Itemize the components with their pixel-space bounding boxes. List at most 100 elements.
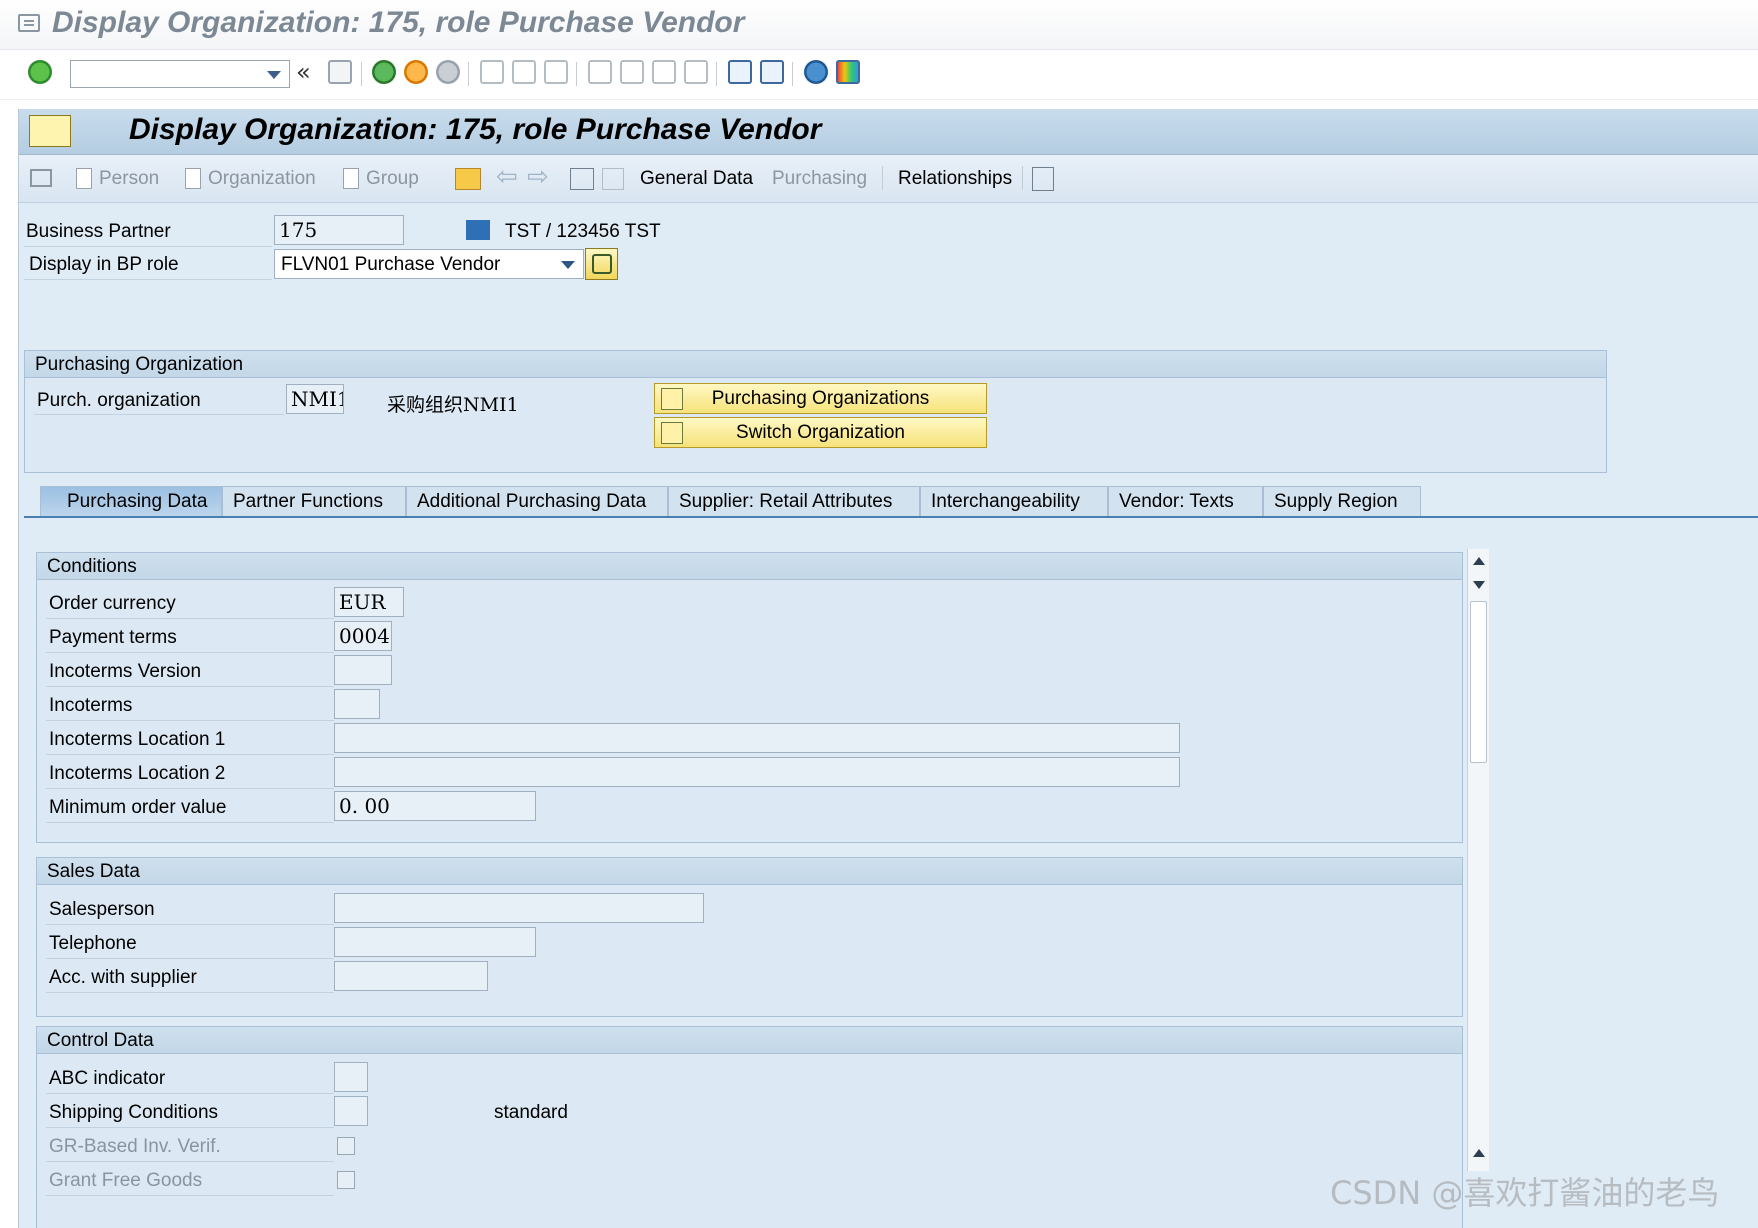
tab-additional-purchasing-data[interactable]: Additional Purchasing Data [406, 486, 668, 516]
new-session-icon[interactable] [728, 60, 752, 84]
grant-free-goods-checkbox[interactable] [337, 1171, 355, 1189]
general-data-button[interactable]: General Data [640, 168, 753, 190]
conditions-group: Conditions [36, 552, 1463, 843]
find-icon[interactable] [512, 60, 536, 84]
find-next-icon[interactable] [544, 60, 568, 84]
purch-org-field[interactable]: NMI1 [286, 384, 344, 414]
divider [46, 788, 334, 789]
tab-supply-region[interactable]: Supply Region [1263, 486, 1421, 516]
min-order-value-label: Minimum order value [49, 797, 227, 818]
purch-org-group-title: Purchasing Organization [25, 351, 1606, 378]
bp-label: Business Partner [26, 221, 171, 242]
previous-page-icon[interactable] [620, 60, 644, 84]
payment-terms-label: Payment terms [49, 627, 177, 648]
chevron-down-icon [561, 261, 575, 269]
tab-purchasing-data[interactable]: Purchasing Data [40, 486, 222, 516]
scroll-page-up-icon[interactable] [1473, 1149, 1485, 1157]
menu-icon[interactable] [18, 14, 40, 32]
divider [46, 1195, 334, 1196]
enter-icon[interactable] [28, 60, 52, 84]
switch-role-button[interactable] [585, 248, 618, 280]
vertical-scrollbar[interactable] [1467, 549, 1489, 1171]
bp-role-dropdown[interactable]: FLVN01 Purchase Vendor [274, 249, 584, 279]
toolbar-separator [361, 62, 362, 86]
back-double-icon[interactable]: « [296, 58, 311, 86]
telephone-label: Telephone [49, 933, 137, 954]
shortcut-icon[interactable] [760, 60, 784, 84]
shipping-conditions-field[interactable] [334, 1096, 368, 1126]
back-icon[interactable] [372, 60, 396, 84]
tab-vendor-texts[interactable]: Vendor: Texts [1108, 486, 1263, 516]
incoterms-location-1-label: Incoterms Location 1 [49, 729, 226, 750]
purchasing-organizations-button[interactable]: Purchasing Organizations [654, 383, 987, 414]
switch-display-change-icon[interactable] [570, 168, 594, 190]
tab-interchangeability[interactable]: Interchangeability [920, 486, 1108, 516]
bp-structure-icon[interactable] [1032, 167, 1054, 191]
divider [46, 1161, 334, 1162]
create-group-button[interactable]: Group [366, 168, 419, 190]
last-page-icon[interactable] [684, 60, 708, 84]
purchasing-button[interactable]: Purchasing [772, 168, 867, 190]
next-page-icon[interactable] [652, 60, 676, 84]
divider [24, 246, 272, 247]
purchasing-organizations-label: Purchasing Organizations [711, 388, 930, 409]
relationships-button[interactable]: Relationships [898, 168, 1012, 190]
divider [24, 279, 272, 280]
open-folder-icon[interactable] [455, 168, 481, 190]
tab-supplier-retail-attributes[interactable]: Supplier: Retail Attributes [668, 486, 920, 516]
window-titlebar: Display Organization: 175, role Purchase… [0, 0, 1758, 50]
incoterms-field[interactable] [334, 689, 380, 719]
scroll-thumb[interactable] [1470, 601, 1487, 763]
exit-icon[interactable] [404, 60, 428, 84]
switch-organization-button[interactable]: Switch Organization [654, 417, 987, 448]
divider [46, 686, 334, 687]
cancel-icon[interactable] [436, 60, 460, 84]
where-used-icon[interactable] [602, 168, 624, 190]
tab-partner-functions[interactable]: Partner Functions [222, 486, 406, 516]
watermark: CSDN @喜欢打酱油的老鸟 [1330, 1174, 1720, 1212]
save-icon[interactable] [328, 60, 352, 84]
print-icon[interactable] [480, 60, 504, 84]
switch-organization-label: Switch Organization [736, 422, 905, 443]
first-page-icon[interactable] [588, 60, 612, 84]
min-order-value-field[interactable]: 0. 00 [334, 791, 536, 821]
create-person-button[interactable]: Person [99, 168, 159, 190]
toolbar-separator [792, 62, 793, 86]
divider [46, 1093, 334, 1094]
organization-doc-icon [185, 168, 201, 189]
next-arrow-icon[interactable]: ⇨ [527, 162, 549, 192]
incoterms-location-2-field[interactable] [334, 757, 1180, 787]
acc-with-supplier-field[interactable] [334, 961, 488, 991]
scroll-up-icon[interactable] [1473, 557, 1485, 565]
salesperson-label: Salesperson [49, 899, 155, 920]
gr-based-inv-verif-checkbox[interactable] [337, 1137, 355, 1155]
previous-arrow-icon[interactable]: ⇦ [496, 162, 518, 192]
payment-terms-field[interactable]: 0004 [334, 621, 392, 651]
incoterms-location-1-field[interactable] [334, 723, 1180, 753]
salesperson-field[interactable] [334, 893, 704, 923]
incoterms-location-2-label: Incoterms Location 2 [49, 763, 226, 784]
role-label: Display in BP role [29, 254, 179, 275]
scroll-down-icon[interactable] [1473, 581, 1485, 589]
abc-indicator-label: ABC indicator [49, 1068, 166, 1089]
abc-indicator-field[interactable] [334, 1062, 368, 1092]
divider [46, 1127, 334, 1128]
toolbar-separator [1022, 166, 1023, 190]
incoterms-version-field[interactable] [334, 655, 392, 685]
bp-number-field[interactable]: 175 [274, 215, 404, 245]
create-organization-button[interactable]: Organization [208, 168, 316, 190]
customize-layout-icon[interactable] [836, 60, 860, 84]
telephone-field[interactable] [334, 927, 536, 957]
divider [46, 992, 334, 993]
command-field[interactable] [70, 60, 290, 88]
help-icon[interactable] [804, 60, 828, 84]
toolbar-separator [576, 62, 577, 86]
toggle-locator-icon[interactable] [30, 169, 52, 187]
divider [46, 822, 334, 823]
toolbar-separator [468, 62, 469, 86]
gr-based-inv-verif-label: GR-Based Inv. Verif. [49, 1136, 221, 1157]
divider [46, 958, 334, 959]
order-currency-field[interactable]: EUR [334, 587, 404, 617]
shipping-conditions-description: standard [494, 1102, 568, 1123]
window-title: Display Organization: 175, role Purchase… [52, 6, 745, 39]
